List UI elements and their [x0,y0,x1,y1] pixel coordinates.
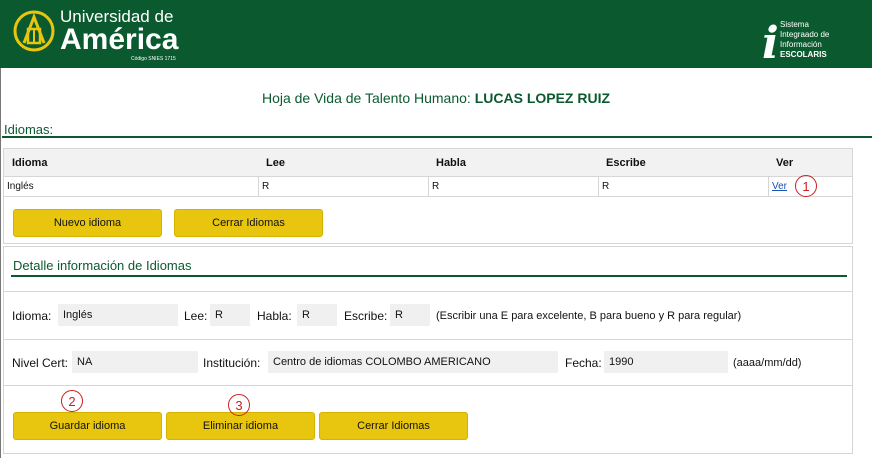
system-name: Sistema Integraado de Información ESCOLA… [780,20,829,60]
delete-language-button[interactable]: Eliminar idioma [166,412,315,440]
detail-title: Detalle información de Idiomas [13,258,192,273]
close-languages-button-2[interactable]: Cerrar Idiomas [319,412,468,440]
fecha-label: Fecha: [565,356,602,370]
col-header-escribe: Escribe [606,157,646,169]
save-language-button[interactable]: Guardar idioma [13,412,162,440]
info-system-icon: i [762,18,779,69]
table-header: Idioma Lee Habla Escribe Ver [4,149,852,177]
close-languages-button[interactable]: Cerrar Idiomas [174,209,323,237]
cell-lee: R [262,181,270,192]
institucion-input[interactable]: Centro de idiomas COLOMBO AMERICANO [268,351,558,373]
language-detail-panel: Detalle información de Idiomas Idioma: I… [3,246,853,454]
detail-row-skills: Idioma: Inglés Lee: R Habla: R Escribe: … [4,291,852,339]
col-header-habla: Habla [436,157,466,169]
idioma-input[interactable]: Inglés [58,304,178,326]
escribe-label: Escribe: [344,309,388,323]
lee-label: Lee: [184,309,208,323]
university-logo [13,10,55,52]
header-bar: Universidad de América Código SNIES 1715… [0,0,872,68]
scale-hint: (Escribir una E para excelente, B para b… [436,310,742,322]
languages-list-panel: Idioma Lee Habla Escribe Ver Inglés R R … [3,148,853,244]
detail-divider [11,275,847,277]
callout-2: 2 [61,390,83,412]
lee-input[interactable]: R [210,304,250,326]
nivel-cert-label: Nivel Cert: [12,356,69,370]
fecha-input[interactable]: 1990 [604,351,728,373]
escribe-input[interactable]: R [390,304,430,326]
page-title-prefix: Hoja de Vida de Talento Humano: [261,90,471,106]
university-code: Código SNIES 1715 [131,56,176,62]
nivel-cert-input[interactable]: NA [72,351,198,373]
university-name-line2: América [60,23,179,56]
left-border [0,68,1,458]
section-divider [2,136,872,138]
person-name: LUCAS LOPEZ RUIZ [474,90,611,106]
system-line1: Sistema [780,20,809,29]
system-line3: Información [780,40,822,49]
table-row: Inglés R R R Ver [4,177,852,197]
col-header-lee: Lee [266,157,285,169]
section-label: Idiomas: [4,122,54,137]
cell-habla: R [432,181,440,192]
callout-1: 1 [795,175,817,197]
detail-row-actions: Guardar idioma Eliminar idioma Cerrar Id… [4,385,852,453]
system-line2: Integraado de [780,30,830,39]
page-title: Hoja de Vida de Talento Humano: LUCAS LO… [0,90,872,106]
detail-row-cert: Nivel Cert: NA Institución: Centro de id… [4,339,852,385]
col-header-ver: Ver [776,157,794,169]
callout-3: 3 [228,394,250,416]
cell-idioma: Inglés [7,181,34,192]
habla-input[interactable]: R [297,304,337,326]
habla-label: Habla: [257,309,292,323]
idioma-label: Idioma: [12,309,52,323]
col-header-idioma: Idioma [12,157,48,169]
ver-link[interactable]: Ver [772,181,787,192]
institucion-label: Institución: [203,356,261,370]
new-language-button[interactable]: Nuevo idioma [13,209,162,237]
cell-escribe: R [602,181,610,192]
fecha-hint: (aaaa/mm/dd) [733,357,802,369]
system-line4: ESCOLARIS [780,50,827,59]
